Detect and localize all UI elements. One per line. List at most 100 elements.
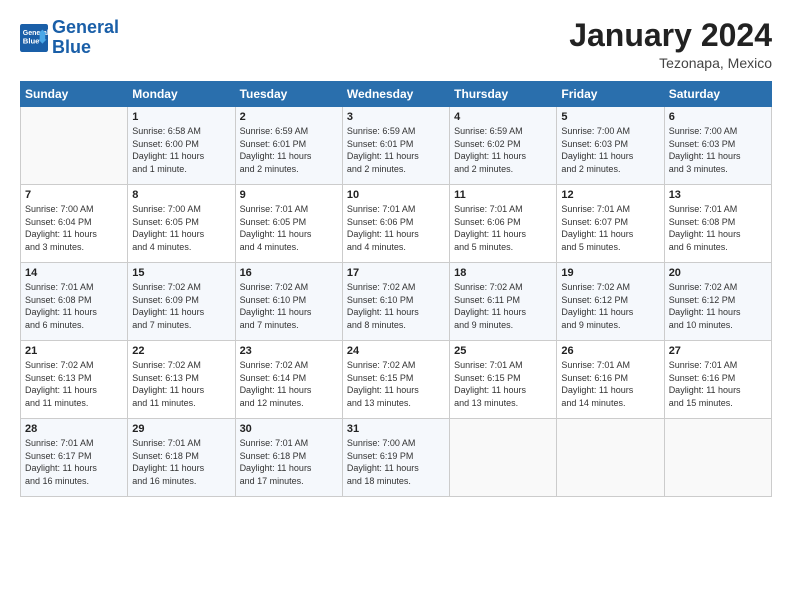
header-friday: Friday	[557, 82, 664, 107]
calendar-cell: 6Sunrise: 7:00 AM Sunset: 6:03 PM Daylig…	[664, 107, 771, 185]
calendar-cell: 5 Sunrise: 7:00 AM Sunset: 6:03 PM Daylig…	[557, 107, 664, 185]
calendar-cell	[664, 419, 771, 497]
day-number: 9	[240, 189, 338, 201]
day-info: Sunrise: 7:01 AM Sunset: 6:08 PM Dayligh…	[25, 281, 123, 331]
day-number: 1	[132, 111, 230, 123]
day-info: Sunrise: 7:01 AM Sunset: 6:18 PM Dayligh…	[132, 437, 230, 487]
calendar-cell: 10 Sunrise: 7:01 AM Sunset: 6:06 PM Dayli…	[342, 185, 449, 263]
calendar-cell: 13Sunrise: 7:01 AM Sunset: 6:08 PM Dayli…	[664, 185, 771, 263]
month-title: January 2024	[569, 18, 772, 53]
calendar-cell	[21, 107, 128, 185]
header-tuesday: Tuesday	[235, 82, 342, 107]
day-number: 5	[561, 111, 659, 123]
day-info: Sunrise: 7:00 AM Sunset: 6:19 PM Dayligh…	[347, 437, 445, 487]
day-number: 30	[240, 423, 338, 435]
day-number: 14	[25, 267, 123, 279]
calendar-week-row: 7Sunrise: 7:00 AM Sunset: 6:04 PM Daylig…	[21, 185, 772, 263]
day-info: Sunrise: 6:59 AM Sunset: 6:01 PM Dayligh…	[347, 125, 445, 175]
day-number: 4	[454, 111, 552, 123]
day-number: 8	[132, 189, 230, 201]
day-info: Sunrise: 7:00 AM Sunset: 6:03 PM Dayligh…	[669, 125, 767, 175]
calendar-cell: 27Sunrise: 7:01 AM Sunset: 6:16 PM Dayli…	[664, 341, 771, 419]
calendar-cell	[450, 419, 557, 497]
day-info: Sunrise: 6:58 AM Sunset: 6:00 PM Dayligh…	[132, 125, 230, 175]
calendar-cell: 19Sunrise: 7:02 AM Sunset: 6:12 PM Dayli…	[557, 263, 664, 341]
title-block: January 2024 Tezonapa, Mexico	[569, 18, 772, 71]
day-info: Sunrise: 7:01 AM Sunset: 6:06 PM Dayligh…	[454, 203, 552, 253]
day-info: Sunrise: 7:00 AM Sunset: 6:03 PM Dayligh…	[561, 125, 659, 175]
day-number: 15	[132, 267, 230, 279]
day-number: 22	[132, 345, 230, 357]
calendar-cell: 3 Sunrise: 6:59 AM Sunset: 6:01 PM Daylig…	[342, 107, 449, 185]
day-info: Sunrise: 6:59 AM Sunset: 6:02 PM Dayligh…	[454, 125, 552, 175]
day-info: Sunrise: 7:02 AM Sunset: 6:13 PM Dayligh…	[25, 359, 123, 409]
calendar-cell: 24 Sunrise: 7:02 AM Sunset: 6:15 PM Dayli…	[342, 341, 449, 419]
day-number: 16	[240, 267, 338, 279]
calendar-week-row: 21Sunrise: 7:02 AM Sunset: 6:13 PM Dayli…	[21, 341, 772, 419]
calendar-cell: 22Sunrise: 7:02 AM Sunset: 6:13 PM Dayli…	[128, 341, 235, 419]
day-number: 11	[454, 189, 552, 201]
calendar-week-row: 1 Sunrise: 6:58 AM Sunset: 6:00 PM Daylig…	[21, 107, 772, 185]
header-thursday: Thursday	[450, 82, 557, 107]
day-info: Sunrise: 7:00 AM Sunset: 6:05 PM Dayligh…	[132, 203, 230, 253]
day-number: 25	[454, 345, 552, 357]
logo-icon: General Blue	[20, 24, 48, 52]
calendar-cell: 14 Sunrise: 7:01 AM Sunset: 6:08 PM Dayli…	[21, 263, 128, 341]
calendar-cell: 8 Sunrise: 7:00 AM Sunset: 6:05 PM Daylig…	[128, 185, 235, 263]
day-info: Sunrise: 7:02 AM Sunset: 6:09 PM Dayligh…	[132, 281, 230, 331]
calendar-cell	[557, 419, 664, 497]
calendar-table: Sunday Monday Tuesday Wednesday Thursday…	[20, 81, 772, 497]
calendar-cell: 26Sunrise: 7:01 AM Sunset: 6:16 PM Dayli…	[557, 341, 664, 419]
day-number: 12	[561, 189, 659, 201]
day-number: 20	[669, 267, 767, 279]
day-number: 13	[669, 189, 767, 201]
page-container: General Blue General Blue January 2024 T…	[0, 0, 792, 509]
calendar-cell: 30 Sunrise: 7:01 AM Sunset: 6:18 PM Dayli…	[235, 419, 342, 497]
header: General Blue General Blue January 2024 T…	[20, 18, 772, 71]
day-number: 19	[561, 267, 659, 279]
day-number: 17	[347, 267, 445, 279]
calendar-cell: 23Sunrise: 7:02 AM Sunset: 6:14 PM Dayli…	[235, 341, 342, 419]
calendar-week-row: 14 Sunrise: 7:01 AM Sunset: 6:08 PM Dayli…	[21, 263, 772, 341]
calendar-cell: 12 Sunrise: 7:01 AM Sunset: 6:07 PM Dayli…	[557, 185, 664, 263]
calendar-cell: 31 Sunrise: 7:00 AM Sunset: 6:19 PM Dayli…	[342, 419, 449, 497]
calendar-cell: 15 Sunrise: 7:02 AM Sunset: 6:09 PM Dayli…	[128, 263, 235, 341]
calendar-cell: 11 Sunrise: 7:01 AM Sunset: 6:06 PM Dayli…	[450, 185, 557, 263]
day-info: Sunrise: 7:02 AM Sunset: 6:15 PM Dayligh…	[347, 359, 445, 409]
day-info: Sunrise: 7:01 AM Sunset: 6:05 PM Dayligh…	[240, 203, 338, 253]
day-number: 31	[347, 423, 445, 435]
logo: General Blue General Blue	[20, 18, 119, 58]
calendar-cell: 4 Sunrise: 6:59 AM Sunset: 6:02 PM Daylig…	[450, 107, 557, 185]
calendar-cell: 17 Sunrise: 7:02 AM Sunset: 6:10 PM Dayli…	[342, 263, 449, 341]
svg-text:Blue: Blue	[23, 36, 40, 45]
calendar-cell: 1 Sunrise: 6:58 AM Sunset: 6:00 PM Daylig…	[128, 107, 235, 185]
day-info: Sunrise: 7:02 AM Sunset: 6:12 PM Dayligh…	[669, 281, 767, 331]
calendar-cell: 25Sunrise: 7:01 AM Sunset: 6:15 PM Dayli…	[450, 341, 557, 419]
day-number: 18	[454, 267, 552, 279]
calendar-cell: 20 Sunrise: 7:02 AM Sunset: 6:12 PM Dayli…	[664, 263, 771, 341]
day-number: 23	[240, 345, 338, 357]
day-info: Sunrise: 7:02 AM Sunset: 6:11 PM Dayligh…	[454, 281, 552, 331]
calendar-cell: 16Sunrise: 7:02 AM Sunset: 6:10 PM Dayli…	[235, 263, 342, 341]
calendar-cell: 21Sunrise: 7:02 AM Sunset: 6:13 PM Dayli…	[21, 341, 128, 419]
calendar-cell: 7Sunrise: 7:00 AM Sunset: 6:04 PM Daylig…	[21, 185, 128, 263]
header-monday: Monday	[128, 82, 235, 107]
day-number: 10	[347, 189, 445, 201]
day-number: 28	[25, 423, 123, 435]
day-info: Sunrise: 7:02 AM Sunset: 6:10 PM Dayligh…	[347, 281, 445, 331]
day-info: Sunrise: 7:01 AM Sunset: 6:16 PM Dayligh…	[561, 359, 659, 409]
calendar-cell: 18 Sunrise: 7:02 AM Sunset: 6:11 PM Dayli…	[450, 263, 557, 341]
day-info: Sunrise: 7:01 AM Sunset: 6:06 PM Dayligh…	[347, 203, 445, 253]
weekday-header-row: Sunday Monday Tuesday Wednesday Thursday…	[21, 82, 772, 107]
day-number: 27	[669, 345, 767, 357]
day-number: 3	[347, 111, 445, 123]
calendar-cell: 29Sunrise: 7:01 AM Sunset: 6:18 PM Dayli…	[128, 419, 235, 497]
day-info: Sunrise: 7:01 AM Sunset: 6:07 PM Dayligh…	[561, 203, 659, 253]
day-number: 2	[240, 111, 338, 123]
day-info: Sunrise: 6:59 AM Sunset: 6:01 PM Dayligh…	[240, 125, 338, 175]
header-wednesday: Wednesday	[342, 82, 449, 107]
day-info: Sunrise: 7:01 AM Sunset: 6:18 PM Dayligh…	[240, 437, 338, 487]
day-info: Sunrise: 7:01 AM Sunset: 6:17 PM Dayligh…	[25, 437, 123, 487]
day-number: 24	[347, 345, 445, 357]
calendar-cell: 28 Sunrise: 7:01 AM Sunset: 6:17 PM Dayli…	[21, 419, 128, 497]
